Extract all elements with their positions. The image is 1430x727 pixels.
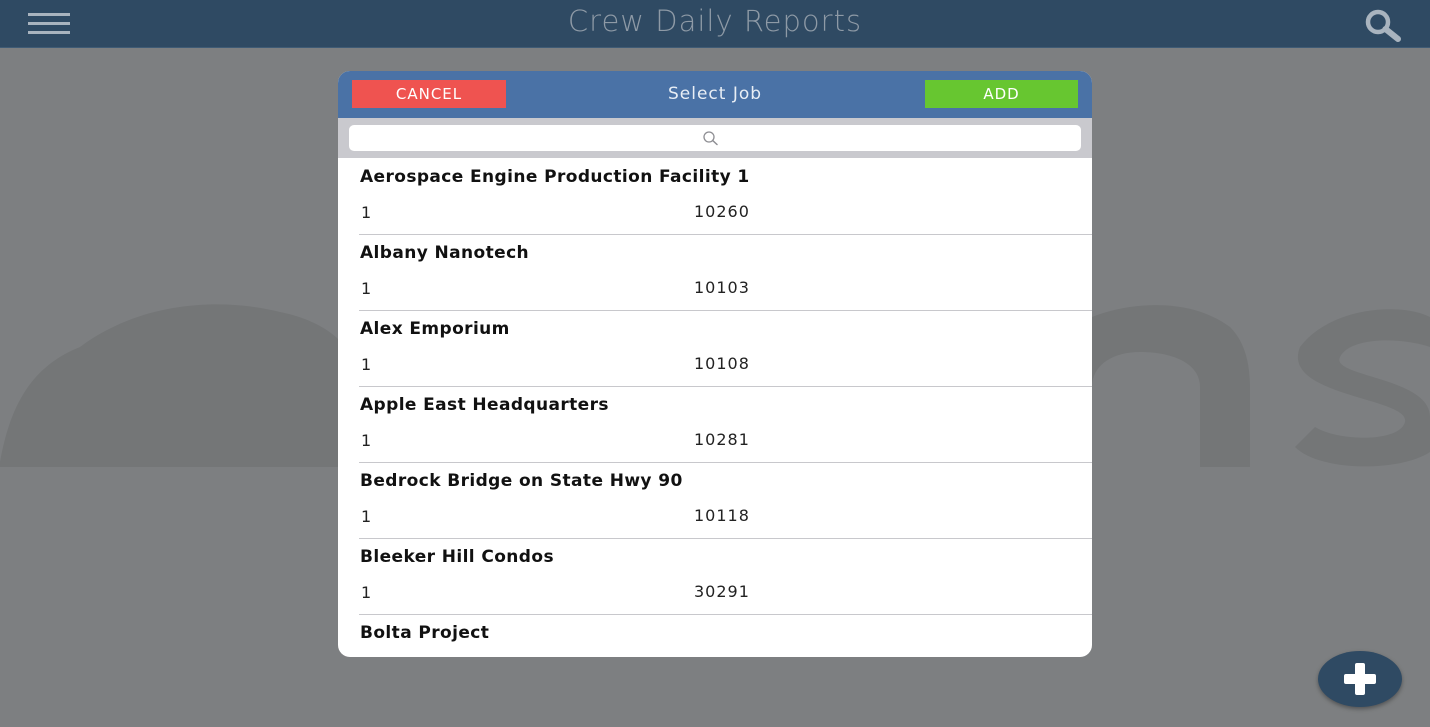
job-list-item[interactable]: Bleeker Hill Condos 1 30291 xyxy=(359,539,1092,615)
top-navbar: Crew Daily Reports xyxy=(0,0,1430,48)
job-number: 10281 xyxy=(694,430,750,449)
app-title: Crew Daily Reports xyxy=(567,4,863,38)
job-phase: 1 xyxy=(361,507,373,526)
job-number: 30291 xyxy=(694,582,750,601)
search-field-container xyxy=(349,125,1081,151)
add-report-fab[interactable] xyxy=(1318,651,1402,707)
modal-header: Select Job CANCEL ADD xyxy=(338,71,1092,118)
job-name: Alex Emporium xyxy=(360,319,510,339)
job-list-item[interactable]: Bedrock Bridge on State Hwy 90 1 10118 xyxy=(359,463,1092,539)
add-button[interactable]: ADD xyxy=(925,80,1078,108)
job-name: Albany Nanotech xyxy=(360,243,530,263)
plus-icon xyxy=(1344,663,1376,695)
job-search-input[interactable] xyxy=(349,125,1081,151)
job-list-item[interactable]: Apple East Headquarters 1 10281 xyxy=(359,387,1092,463)
search-bar xyxy=(338,118,1092,158)
job-number: 10260 xyxy=(694,202,750,221)
job-phase: 1 xyxy=(361,203,373,222)
job-list: Aerospace Engine Production Facility 1 1… xyxy=(338,159,1092,657)
job-name: Bedrock Bridge on State Hwy 90 xyxy=(360,471,683,491)
job-phase: 1 xyxy=(361,279,373,298)
job-name: Apple East Headquarters xyxy=(360,395,609,415)
job-name: Aerospace Engine Production Facility 1 xyxy=(360,167,750,187)
job-list-item[interactable]: Bolta Project xyxy=(359,615,1092,657)
job-number: 10108 xyxy=(694,354,750,373)
job-name: Bolta Project xyxy=(360,623,490,643)
search-icon[interactable] xyxy=(1360,8,1404,42)
job-list-item[interactable]: Albany Nanotech 1 10103 xyxy=(359,235,1092,311)
job-phase: 1 xyxy=(361,431,373,450)
job-name: Bleeker Hill Condos xyxy=(360,547,554,567)
job-list-item[interactable]: Alex Emporium 1 10108 xyxy=(359,311,1092,387)
job-number: 10103 xyxy=(694,278,750,297)
job-phase: 1 xyxy=(361,583,373,602)
job-phase: 1 xyxy=(361,355,373,374)
cancel-button[interactable]: CANCEL xyxy=(352,80,506,108)
job-number: 10118 xyxy=(694,506,750,525)
job-list-item[interactable]: Aerospace Engine Production Facility 1 1… xyxy=(359,159,1092,235)
select-job-modal: Select Job CANCEL ADD Aerospace Engine P… xyxy=(338,71,1092,657)
